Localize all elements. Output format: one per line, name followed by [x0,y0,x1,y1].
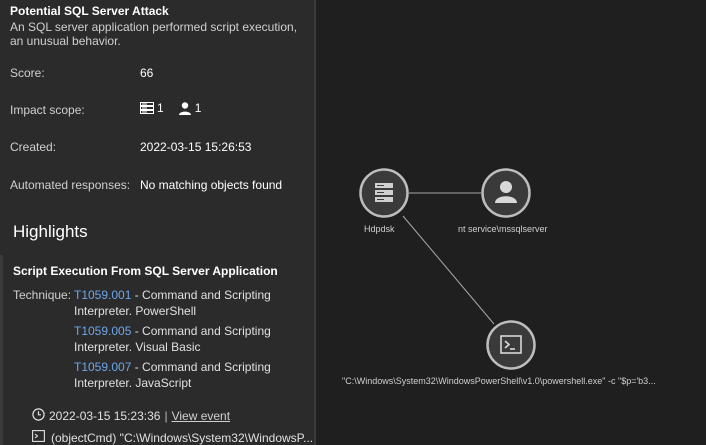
event-time: 2022-03-15 15:23:36 [49,409,161,423]
impact-users-count: 1 [194,101,202,115]
terminal-icon [486,320,536,370]
user-node-label: nt service\mssqlserver [458,224,548,234]
event-separator: | [164,409,168,423]
incident-graph: Hdpdsk nt service\mssqlserver "C:\Window… [316,0,706,445]
view-event-link[interactable]: View event [172,409,230,423]
command-text: (objectCmd) "C:\Windows\System32\Windows… [51,430,314,445]
process-node-label: "C:\Windows\System32\WindowsPowerShell\v… [342,376,656,386]
event-row: 2022-03-15 15:23:36 | View event [32,408,230,424]
highlights-heading: Highlights [13,222,88,241]
process-node[interactable] [486,320,536,370]
created-value: 2022-03-15 15:26:53 [140,140,252,154]
server-node[interactable] [359,168,409,218]
server-icon [140,102,154,114]
impact-devices-count: 1 [157,101,164,115]
user-icon [178,101,192,115]
created-label: Created: [10,140,57,154]
technique-item: T1059.001 - Command and Scripting Interp… [74,287,310,319]
user-node[interactable] [481,168,531,218]
command-row: (objectCmd) "C:\Windows\System32\Windows… [32,430,313,445]
alert-title: Potential SQL Server Attack [10,4,169,18]
alert-description: An SQL server application performed scri… [10,20,298,48]
highlight-title: Script Execution From SQL Server Applica… [13,264,278,278]
technique-link[interactable]: T1059.007 [74,360,131,374]
technique-link[interactable]: T1059.001 [74,288,131,302]
alert-details-panel: Potential SQL Server Attack An SQL serve… [0,0,314,445]
technique-label: Technique: [13,288,72,302]
technique-item: T1059.005 - Command and Scripting Interp… [74,323,310,355]
automated-responses-value: No matching objects found [140,178,283,192]
server-node-label: Hdpdsk [364,224,395,234]
impact-scope-label: Impact scope: [10,103,85,117]
automated-responses-label: Automated responses: [10,178,131,192]
score-label: Score: [10,66,45,80]
server-icon [359,168,409,218]
score-value: 66 [140,66,154,80]
terminal-icon [32,430,45,445]
impact-scope: 1 1 [140,101,215,115]
technique-item: T1059.007 - Command and Scripting Interp… [74,359,310,391]
technique-link[interactable]: T1059.005 [74,324,131,338]
user-icon [481,168,531,218]
clock-icon [32,408,45,424]
